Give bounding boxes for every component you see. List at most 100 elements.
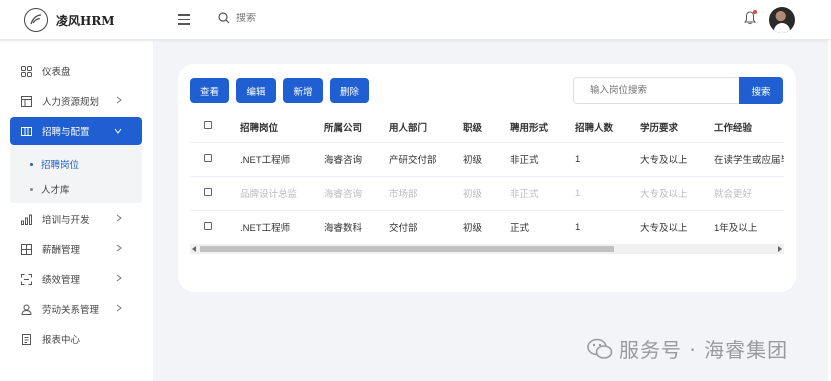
position-search-button[interactable]: 搜索 bbox=[739, 77, 783, 104]
sidebar-item-label: 报表中心 bbox=[42, 335, 81, 346]
expand-icon bbox=[20, 273, 32, 285]
table-row[interactable]: .NET工程师 海睿咨询 产研交付部 初级 非正式 1 大专及以上 在读学生或应… bbox=[190, 142, 784, 177]
table-cell: 就会更好 bbox=[714, 176, 784, 211]
chevron-right-icon bbox=[116, 214, 122, 222]
table-cell: 非正式 bbox=[510, 142, 575, 177]
table-cell: 正式 bbox=[510, 210, 575, 242]
top-bar: 凌风HRM bbox=[0, 0, 831, 40]
position-search-input[interactable] bbox=[573, 77, 739, 104]
scroll-right-arrow-icon[interactable] bbox=[778, 246, 782, 252]
sidebar-item-recruitment[interactable]: 招聘与配置 bbox=[10, 117, 142, 145]
column-header[interactable]: 用人部门 bbox=[389, 112, 463, 143]
logo-icon bbox=[24, 8, 48, 32]
table-header-row: 招聘岗位 所属公司 用人部门 职级 聘用形式 招聘人数 学历要求 工作经验 bbox=[190, 112, 784, 143]
horizontal-scrollbar[interactable] bbox=[190, 244, 784, 254]
document-icon bbox=[20, 333, 32, 345]
table-cell: .NET工程师 bbox=[240, 210, 324, 242]
grid-icon bbox=[20, 243, 32, 255]
table-cell: 交付部 bbox=[389, 210, 463, 242]
positions-table: 招聘岗位 所属公司 用人部门 职级 聘用形式 招聘人数 学历要求 工作经验 .N… bbox=[190, 112, 784, 242]
delete-button[interactable]: 删除 bbox=[330, 78, 369, 103]
sidebar-item-label: 招聘与配置 bbox=[42, 127, 90, 138]
sidebar: 仪表盘 人力资源规划 招聘与配置 招聘岗位 人才库 培训与开发 薪酬管理 绩效管… bbox=[0, 41, 153, 381]
table-cell: 市场部 bbox=[389, 176, 463, 211]
chevron-right-icon bbox=[116, 96, 122, 104]
table-cell: 初级 bbox=[463, 210, 510, 242]
column-header[interactable]: 所属公司 bbox=[324, 112, 389, 143]
sidebar-item-label: 绩效管理 bbox=[42, 275, 81, 286]
row-checkbox[interactable] bbox=[204, 221, 212, 230]
bar-chart-icon bbox=[20, 213, 32, 225]
row-checkbox[interactable] bbox=[204, 153, 212, 162]
table-row[interactable]: .NET工程师 海睿数科 交付部 初级 正式 1 大专及以上 1年及以上 bbox=[190, 210, 784, 242]
table-cell: 大专及以上 bbox=[640, 142, 714, 177]
column-header[interactable]: 聘用形式 bbox=[510, 112, 575, 143]
sidebar-item-dashboard[interactable]: 仪表盘 bbox=[10, 57, 142, 85]
select-all-checkbox[interactable] bbox=[204, 121, 212, 130]
sidebar-item-payroll[interactable]: 薪酬管理 bbox=[10, 235, 142, 263]
sidebar-item-labor-relations[interactable]: 劳动关系管理 bbox=[10, 295, 142, 323]
sidebar-item-label: 仪表盘 bbox=[42, 67, 71, 78]
table-cell: 在读学生或应届毕业生 bbox=[714, 142, 784, 177]
column-header[interactable]: 招聘人数 bbox=[575, 112, 640, 143]
positions-card: 查看 编辑 新增 删除 搜索 招聘岗位 所属公司 用人部门 职级 聘用形式 招聘… bbox=[178, 64, 796, 292]
edit-button[interactable]: 编辑 bbox=[236, 78, 276, 103]
table-layout-icon bbox=[20, 95, 32, 107]
table-cell: 产研交付部 bbox=[389, 142, 463, 177]
sidebar-item-training[interactable]: 培训与开发 bbox=[10, 205, 142, 233]
add-button[interactable]: 新增 bbox=[283, 78, 323, 103]
table-row[interactable]: 品牌设计总监 海睿咨询 市场部 初级 非正式 1 大专及以上 就会更好 bbox=[190, 176, 784, 211]
recruitment-submenu: 招聘岗位 人才库 bbox=[10, 145, 142, 203]
wechat-icon bbox=[587, 338, 613, 359]
column-header[interactable]: 职级 bbox=[463, 112, 510, 143]
sidebar-item-label: 劳动关系管理 bbox=[42, 305, 100, 316]
notification-dot bbox=[753, 10, 757, 14]
search-input[interactable] bbox=[236, 12, 356, 24]
global-search[interactable] bbox=[218, 12, 356, 24]
table-cell: 大专及以上 bbox=[640, 210, 714, 242]
table-cell: 1 bbox=[575, 210, 640, 242]
submenu-item-label: 人才库 bbox=[41, 185, 70, 196]
user-avatar[interactable] bbox=[769, 7, 795, 33]
user-icon bbox=[20, 303, 32, 315]
column-header[interactable]: 学历要求 bbox=[640, 112, 714, 143]
chevron-right-icon bbox=[116, 304, 122, 312]
sidebar-item-label: 薪酬管理 bbox=[42, 245, 81, 256]
sidebar-item-performance[interactable]: 绩效管理 bbox=[10, 265, 142, 293]
sidebar-item-label: 培训与开发 bbox=[42, 215, 90, 226]
scroll-left-arrow-icon[interactable] bbox=[192, 246, 196, 252]
submenu-item-label: 招聘岗位 bbox=[41, 160, 80, 171]
sidebar-item-label: 人力资源规划 bbox=[42, 97, 100, 108]
table-cell: 初级 bbox=[463, 142, 510, 177]
column-header[interactable]: 工作经验 bbox=[714, 112, 784, 143]
column-header[interactable]: 招聘岗位 bbox=[240, 112, 324, 143]
dashboard-icon bbox=[20, 65, 32, 77]
table-cell: 大专及以上 bbox=[640, 176, 714, 211]
submenu-item-talent-pool[interactable]: 人才库 bbox=[30, 182, 70, 196]
chevron-right-icon bbox=[116, 274, 122, 282]
table-cell: 品牌设计总监 bbox=[240, 176, 324, 211]
table-cell: 1 bbox=[575, 176, 640, 211]
view-button[interactable]: 查看 bbox=[190, 78, 229, 103]
app-name: 凌风HRM bbox=[56, 13, 115, 28]
table-cell: 1年及以上 bbox=[714, 210, 784, 242]
row-checkbox[interactable] bbox=[204, 187, 212, 196]
menu-toggle-icon[interactable] bbox=[178, 14, 190, 25]
table-cell: 非正式 bbox=[510, 176, 575, 211]
app-logo[interactable]: 凌风HRM bbox=[24, 8, 115, 32]
table-cell: 海睿咨询 bbox=[324, 142, 389, 177]
watermark-text: 服务号 · 海睿集团 bbox=[619, 338, 789, 362]
chevron-right-icon bbox=[116, 244, 122, 252]
scrollbar-thumb[interactable] bbox=[200, 246, 614, 252]
sidebar-item-hr-planning[interactable]: 人力资源规划 bbox=[10, 87, 142, 115]
table-cell: .NET工程师 bbox=[240, 142, 324, 177]
columns-icon bbox=[20, 125, 32, 137]
watermark: 服务号 · 海睿集团 bbox=[587, 334, 788, 363]
search-icon bbox=[218, 12, 230, 24]
chevron-down-icon bbox=[114, 128, 122, 134]
table-cell: 初级 bbox=[463, 176, 510, 211]
sidebar-item-reports[interactable]: 报表中心 bbox=[10, 325, 142, 353]
notification-bell-icon[interactable] bbox=[744, 10, 757, 28]
submenu-item-positions[interactable]: 招聘岗位 bbox=[30, 157, 79, 171]
table-cell: 海睿数科 bbox=[324, 210, 389, 242]
